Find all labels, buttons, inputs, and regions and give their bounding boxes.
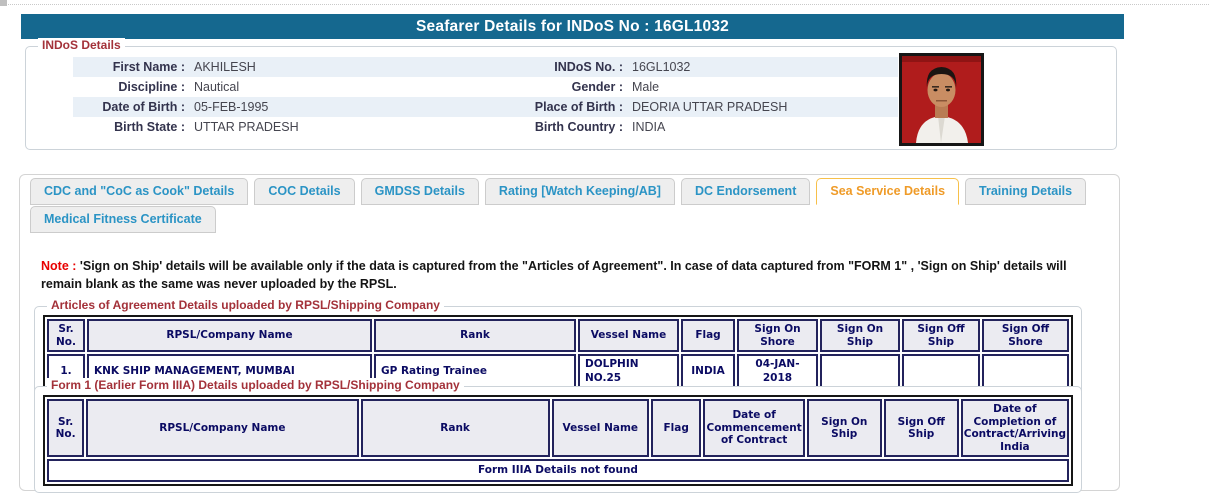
discipline-label: Discipline : (118, 80, 185, 94)
date-of-birth-value: 05-FEB-1995 (194, 100, 269, 114)
first-name-value: AKHILESH (194, 60, 256, 74)
form1-header-row: Sr. No. RPSL/Company Name Rank Vessel Na… (47, 399, 1069, 458)
note-text: 'Sign on Ship' details will be available… (41, 259, 1067, 292)
col-header-sign-on-ship: Sign On Ship (820, 319, 900, 353)
col-header-vessel: Vessel Name (578, 319, 679, 353)
tab-rating-watch-keeping-ab[interactable]: Rating [Watch Keeping/AB] (484, 178, 675, 205)
cell-sign-on-shore: 04-JAN-2018 (737, 354, 818, 390)
note-prefix: Note : (41, 259, 77, 273)
indos-details-grid: First Name : AKHILESH INDoS No. : 16GL10… (73, 57, 898, 137)
birth-country-label: Birth Country : (534, 120, 623, 134)
form1-details-legend: Form 1 (Earlier Form IIIA) Details uploa… (47, 378, 464, 392)
col-header-sign-off-shore: Sign Off Shore (982, 319, 1069, 353)
discipline-value: Nautical (194, 80, 240, 94)
cell-sign-off-ship (902, 354, 980, 390)
date-of-birth-label: Date of Birth : (102, 100, 185, 114)
col-header-flag: Flag (650, 399, 702, 458)
col-header-rank: Rank (374, 319, 576, 353)
articles-of-agreement-legend: Articles of Agreement Details uploaded b… (47, 298, 444, 312)
form1-not-found-message: Form IIIA Details not found (47, 459, 1069, 483)
seafarer-photo (899, 53, 984, 146)
indos-row-discipline: Discipline : Nautical Gender : Male (73, 77, 898, 97)
gender-label: Gender : (571, 80, 623, 94)
col-header-sign-on-ship: Sign On Ship (806, 399, 882, 458)
tab-training-details[interactable]: Training Details (965, 178, 1087, 205)
indos-no-value: 16GL1032 (632, 60, 691, 74)
page-corner-mark (0, 0, 7, 6)
form1-details-section: Form 1 (Earlier Form IIIA) Details uploa… (34, 378, 1082, 494)
tab-dc-endorsement[interactable]: DC Endorsement (680, 178, 811, 205)
col-header-company: RPSL/Company Name (86, 399, 359, 458)
seafarer-tabs-panel: CDC and "CoC as Cook" Details COC Detail… (19, 174, 1120, 494)
birth-state-label: Birth State : (114, 120, 185, 134)
cell-vessel: DOLPHIN NO.25 (578, 354, 679, 390)
col-header-sign-off-ship: Sign Off Ship (883, 399, 959, 458)
birth-state-value: UTTAR PRADESH (194, 120, 299, 134)
indos-details-legend: INDoS Details (38, 38, 125, 52)
col-header-sr-no: Sr. No. (47, 399, 85, 458)
indos-row-first-name: First Name : AKHILESH INDoS No. : 16GL10… (73, 57, 898, 77)
col-header-vessel: Vessel Name (551, 399, 649, 458)
form1-details-table: Sr. No. RPSL/Company Name Rank Vessel Na… (43, 395, 1073, 487)
sign-on-ship-note: Note : 'Sign on Ship' details will be av… (41, 257, 1091, 293)
tab-coc-details[interactable]: COC Details (254, 178, 355, 205)
col-header-sign-on-shore: Sign On Shore (737, 319, 818, 353)
page-title: Seafarer Details for INDoS No : 16GL1032 (21, 14, 1124, 39)
indos-row-date-of-birth: Date of Birth : 05-FEB-1995 Place of Bir… (73, 97, 898, 117)
col-header-sr-no: Sr. No. (47, 319, 85, 353)
col-header-company: RPSL/Company Name (87, 319, 372, 353)
col-header-rank: Rank (360, 399, 550, 458)
tab-gmdss-details[interactable]: GMDSS Details (360, 178, 479, 205)
indos-no-label: INDoS No. : (554, 60, 623, 74)
col-header-sign-off-ship: Sign Off Ship (902, 319, 980, 353)
tab-sea-service-details[interactable]: Sea Service Details (816, 178, 960, 205)
form1-empty-row: Form IIIA Details not found (47, 459, 1069, 483)
page-top-divider (0, 4, 1209, 5)
indos-row-birth-state: Birth State : UTTAR PRADESH Birth Countr… (73, 117, 898, 137)
col-header-date-of-commencement: Date of Commencement of Contract (703, 399, 805, 458)
place-of-birth-value: DEORIA UTTAR PRADESH (632, 100, 788, 114)
cell-sign-off-shore (982, 354, 1069, 390)
tab-bar-row-1: CDC and "CoC as Cook" Details COC Detail… (30, 178, 1087, 205)
place-of-birth-label: Place of Birth : (534, 100, 623, 114)
col-header-flag: Flag (681, 319, 735, 353)
first-name-label: First Name : (112, 60, 185, 74)
tab-medical-fitness-certificate[interactable]: Medical Fitness Certificate (30, 206, 216, 233)
indos-details-section: INDoS Details First Name : AKHILESH INDo… (25, 38, 1117, 150)
gender-value: Male (632, 80, 660, 94)
cell-flag: INDIA (681, 354, 735, 390)
cell-sign-on-ship (820, 354, 900, 390)
col-header-date-of-completion: Date of Completion of Contract/Arriving … (960, 399, 1069, 458)
tab-bar-row-2: Medical Fitness Certificate (30, 206, 216, 233)
birth-country-value: INDIA (632, 120, 666, 134)
tab-cdc-coc-as-cook-details[interactable]: CDC and "CoC as Cook" Details (30, 178, 249, 205)
articles-header-row: Sr. No. RPSL/Company Name Rank Vessel Na… (47, 319, 1069, 353)
